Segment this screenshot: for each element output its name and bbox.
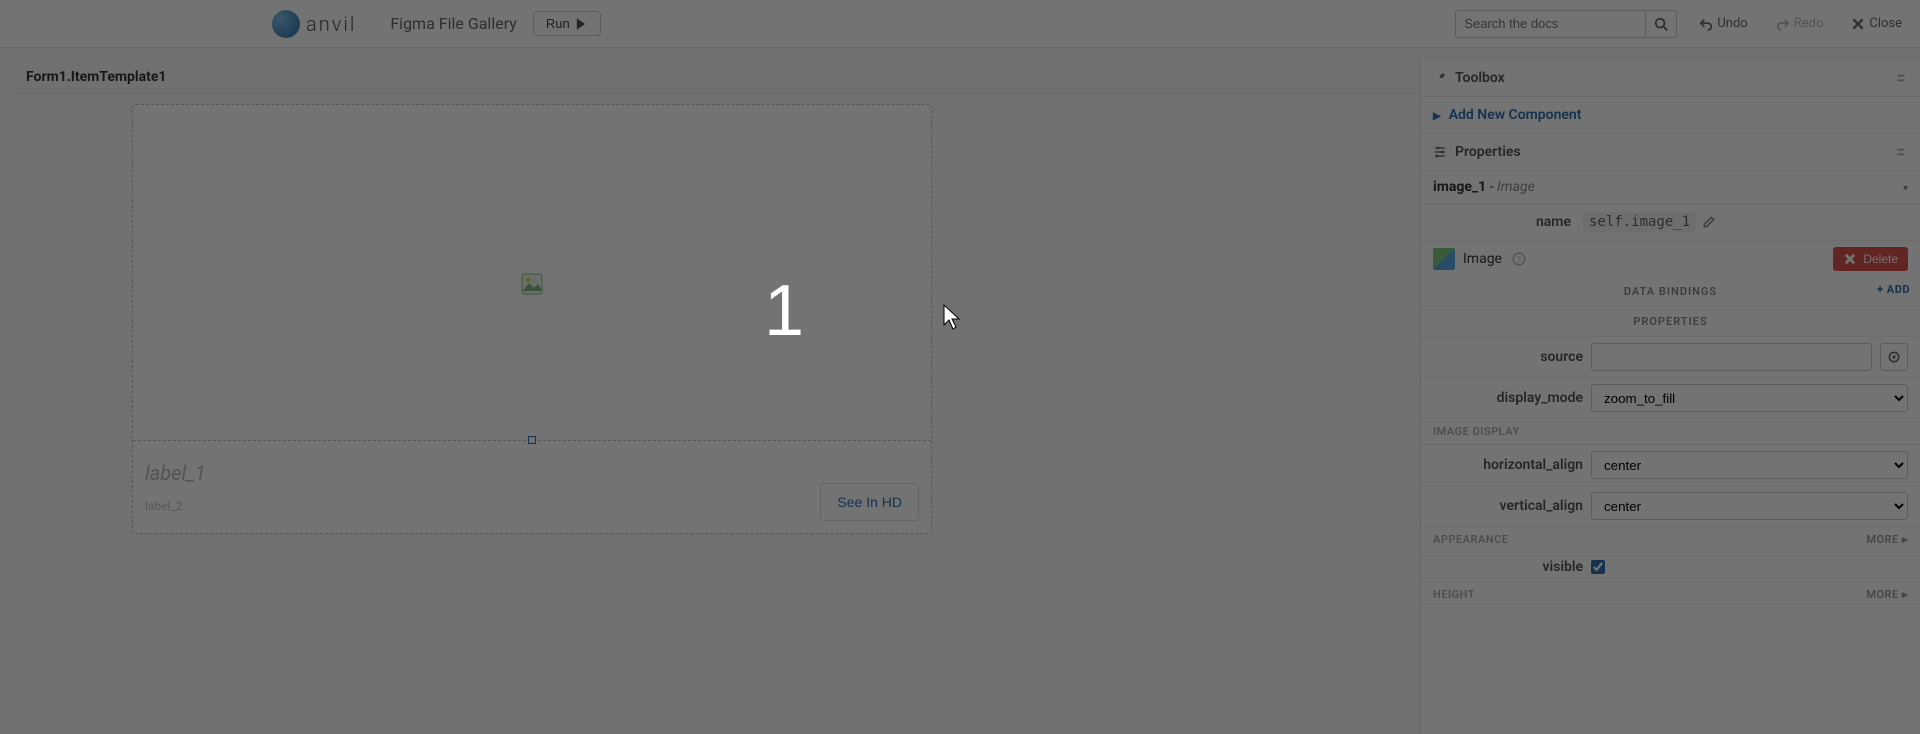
- collapse-icon[interactable]: [1894, 71, 1908, 85]
- toolbox-title: Toolbox: [1455, 70, 1505, 86]
- redo-icon: [1776, 17, 1790, 31]
- undo-label: Undo: [1717, 16, 1747, 31]
- source-input[interactable]: [1591, 343, 1872, 371]
- design-canvas[interactable]: label_1 label_2 See In HD: [14, 94, 1400, 734]
- chevron-down-icon[interactable]: [1903, 179, 1908, 195]
- help-small-icon[interactable]: ?: [1512, 252, 1526, 266]
- section-appearance: APPEARANCE MORE ▸: [1421, 527, 1920, 553]
- run-label: Run: [546, 16, 570, 31]
- right-panel: Toolbox Add New Component Properties ima…: [1420, 60, 1920, 734]
- anvil-logo[interactable]: anvil: [272, 10, 356, 38]
- resize-handle-bottom[interactable]: [528, 436, 536, 444]
- visible-checkbox[interactable]: [1591, 560, 1605, 574]
- redo-label: Redo: [1794, 16, 1824, 31]
- delete-label: Delete: [1863, 252, 1898, 266]
- prop-visible: visible: [1421, 553, 1920, 582]
- search-input[interactable]: [1455, 10, 1645, 38]
- redo-button: Redo: [1770, 16, 1830, 31]
- display-mode-label: display_mode: [1433, 390, 1583, 406]
- section-height: HEIGHT MORE ▸: [1421, 582, 1920, 608]
- properties-sub-label: PROPERTIES: [1633, 315, 1707, 328]
- target-icon: [1887, 350, 1901, 364]
- vertical-align-label: vertical_align: [1433, 498, 1583, 514]
- run-button[interactable]: Run: [533, 11, 601, 36]
- collapse-icon-2[interactable]: [1894, 145, 1908, 159]
- prop-horizontal-align: horizontal_align leftcenterright: [1421, 445, 1920, 486]
- selected-type: Image: [1497, 179, 1535, 195]
- undo-icon: [1699, 17, 1713, 31]
- add-new-component[interactable]: Add New Component: [1421, 97, 1920, 134]
- svg-text:?: ?: [1517, 255, 1522, 266]
- source-picker-button[interactable]: [1880, 343, 1908, 371]
- form-path: Form1.ItemTemplate1: [14, 69, 166, 85]
- image-chip-icon: [1433, 248, 1455, 270]
- search-button[interactable]: [1645, 10, 1677, 38]
- close-button[interactable]: Close: [1845, 16, 1908, 31]
- component-chip-row: Image ? Delete: [1421, 241, 1920, 277]
- label-2[interactable]: label_2: [145, 499, 183, 513]
- properties-title: Properties: [1455, 144, 1521, 160]
- item-template-card[interactable]: label_1 label_2 See In HD: [132, 104, 932, 534]
- edit-icon[interactable]: [1702, 215, 1716, 229]
- name-label: name: [1433, 214, 1583, 230]
- x-icon: [1843, 252, 1857, 266]
- delete-button[interactable]: Delete: [1833, 247, 1908, 271]
- prop-display-mode: display_mode zoom_to_fillshrink_to_fitor…: [1421, 378, 1920, 419]
- caret-right-icon: [1433, 107, 1441, 123]
- display-mode-select[interactable]: zoom_to_fillshrink_to_fitoriginal_sizefi…: [1591, 384, 1908, 412]
- horizontal-align-label: horizontal_align: [1433, 457, 1583, 473]
- vertical-align-select[interactable]: leftcenterright: [1591, 492, 1908, 520]
- close-label: Close: [1869, 16, 1902, 31]
- subheader-properties: PROPERTIES: [1421, 307, 1920, 337]
- height-more[interactable]: MORE ▸: [1866, 588, 1908, 601]
- image-chip-label: Image: [1463, 251, 1502, 267]
- section-image-display: IMAGE DISPLAY: [1421, 419, 1920, 445]
- undo-button[interactable]: Undo: [1693, 16, 1753, 31]
- source-label: source: [1433, 349, 1583, 365]
- prop-vertical-align: vertical_align leftcenterright: [1421, 486, 1920, 527]
- selected-name: image_1: [1433, 179, 1486, 195]
- prop-source: source: [1421, 337, 1920, 378]
- image-placeholder-icon: [521, 273, 543, 295]
- add-binding-button[interactable]: + ADD: [1877, 283, 1910, 296]
- anvil-logo-icon: [272, 10, 300, 38]
- play-icon: [574, 17, 588, 31]
- selected-sep: -: [1486, 179, 1497, 195]
- visible-label: visible: [1433, 559, 1583, 575]
- subheader-data-bindings: DATA BINDINGS + ADD: [1421, 277, 1920, 307]
- wrench-icon: [1433, 71, 1447, 85]
- sliders-icon: [1433, 145, 1447, 159]
- see-in-hd-button[interactable]: See In HD: [820, 483, 919, 521]
- add-new-component-label: Add New Component: [1449, 107, 1582, 123]
- image-component-selection[interactable]: [133, 105, 931, 441]
- horizontal-align-select[interactable]: leftcenterright: [1591, 451, 1908, 479]
- data-bindings-label: DATA BINDINGS: [1624, 285, 1717, 298]
- appearance-more[interactable]: MORE ▸: [1866, 533, 1908, 546]
- anvil-logo-text: anvil: [306, 12, 356, 36]
- close-icon: [1851, 17, 1865, 31]
- project-name: Figma File Gallery: [390, 14, 517, 33]
- search-icon: [1654, 17, 1668, 31]
- label-1[interactable]: label_1: [145, 461, 206, 485]
- name-value[interactable]: self.image_1: [1583, 212, 1696, 232]
- properties-header: Properties: [1421, 134, 1920, 171]
- name-row: name self.image_1: [1421, 204, 1920, 241]
- toolbox-header: Toolbox: [1421, 60, 1920, 97]
- selected-component-row[interactable]: image_1 - Image: [1421, 171, 1920, 204]
